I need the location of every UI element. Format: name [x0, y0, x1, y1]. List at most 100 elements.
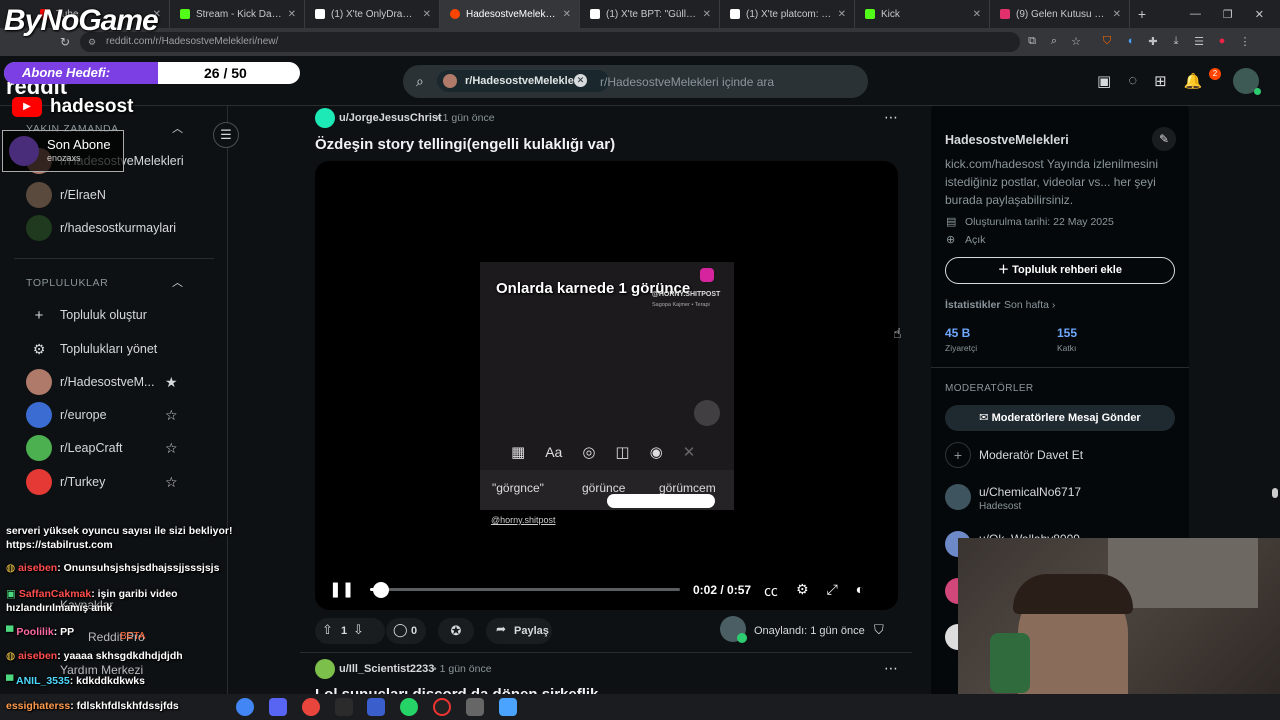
create-post-icon[interactable]: ⊞ — [1154, 72, 1167, 90]
windows-taskbar — [0, 694, 1280, 720]
profile-icon[interactable]: ● — [1215, 34, 1229, 48]
search-placeholder[interactable]: r/HadesostveMelekleri içinde ara — [600, 75, 774, 89]
post-title[interactable]: Özdeşin story tellingi(engelli kulaklığı… — [315, 136, 615, 153]
post-time: • 1 gün önce — [433, 663, 492, 675]
minimize-icon[interactable]: — — [1190, 8, 1201, 21]
sidebar-community-item[interactable]: r/europe — [26, 401, 107, 429]
zoom-icon[interactable]: ⌕ — [1047, 34, 1061, 48]
favorite-star-icon[interactable]: ☆ — [165, 440, 178, 457]
video-time: 0:02 / 0:57 — [693, 583, 752, 597]
url-field[interactable]: reddit.com/r/HadesostveMelekleri/new/ — [80, 32, 1020, 52]
notification-count-badge: 2 — [1209, 68, 1221, 80]
chat-message: ▣ SaffanCakmak: işin garibi video hızlan… — [6, 588, 178, 614]
award-icon[interactable]: ✪ — [438, 618, 474, 644]
app-taskbar-icon[interactable] — [367, 698, 385, 716]
sidebar-recent-item[interactable]: r/ElraeN — [26, 181, 106, 209]
author-avatar[interactable] — [315, 108, 335, 128]
upvote-icon[interactable]: ⇧ — [322, 622, 333, 638]
brave-shield-icon[interactable]: ⛉ — [1100, 34, 1114, 48]
tab-favicon — [450, 9, 460, 19]
settings-gear-icon[interactable]: ⚙ — [796, 581, 809, 601]
favorite-star-icon[interactable]: ☆ — [165, 407, 178, 424]
sidebar-divider — [14, 258, 214, 259]
post-author[interactable]: u/Ill_Scientist2233 — [339, 663, 434, 675]
tab-close-icon[interactable]: ✕ — [563, 9, 571, 20]
chrome-taskbar-icon[interactable] — [236, 698, 254, 716]
page-scrollbar-thumb[interactable] — [1272, 488, 1278, 498]
browser-tab[interactable]: Kick ✕ — [855, 0, 990, 28]
author-avatar[interactable] — [315, 659, 335, 679]
sidebar-item-label: r/Turkey — [60, 475, 106, 489]
browser-tab[interactable]: Stream - Kick Dashboard ✕ — [170, 0, 305, 28]
browser-tab[interactable]: (1) X'te OnlyDrama: " ✕ — [305, 0, 440, 28]
pause-icon[interactable]: ❚❚ — [329, 580, 354, 598]
close-window-icon[interactable]: ✕ — [1255, 8, 1264, 21]
tab-close-icon[interactable]: ✕ — [838, 9, 846, 20]
browser-taskbar-icon[interactable] — [302, 698, 320, 716]
mod-username[interactable]: u/ChemicalNo6717 — [979, 485, 1081, 499]
text-format-icon: Aa — [545, 444, 563, 460]
browser-tab[interactable]: (1) X'te platcom: "ALTYA2 ✕ — [720, 0, 855, 28]
video-progress-track[interactable] — [370, 588, 680, 591]
clear-chip-icon[interactable]: ✕ — [574, 74, 587, 87]
mod-avatar[interactable] — [945, 484, 971, 510]
favorite-star-filled-icon[interactable]: ★ — [165, 374, 178, 391]
tab-close-icon[interactable]: ✕ — [288, 9, 296, 20]
tab-close-icon[interactable]: ✕ — [973, 9, 981, 20]
collapse-chevron-icon[interactable]: ︿ — [172, 120, 183, 136]
fullscreen-icon[interactable]: ⤢ — [827, 581, 838, 601]
edit-pencil-icon[interactable]: ✎ — [1152, 127, 1176, 151]
community-icon — [26, 469, 52, 495]
more-options-icon[interactable]: ⋯ — [884, 660, 898, 677]
tab-close-icon[interactable]: ✕ — [423, 9, 431, 20]
sidebar-recent-item[interactable]: r/hadesostkurmaylari — [26, 214, 176, 242]
reading-list-icon[interactable]: ☰ — [1192, 34, 1206, 48]
sidebar-community-item[interactable]: r/HadesostveM... — [26, 368, 154, 396]
add-community-guide-button[interactable]: ＋ Topluluk rehberi ekle — [945, 257, 1175, 284]
browser-tab-active[interactable]: HadesostveMelekleri ✕ — [440, 0, 580, 28]
tab-title: (1) X'te platcom: "ALTYA2 — [746, 8, 832, 20]
share-label: Paylaş — [514, 625, 549, 637]
chat-icon[interactable]: ◌ — [1128, 72, 1137, 90]
notification-bell-icon[interactable]: 🔔 — [1184, 72, 1203, 90]
chat-username: ANIL_3535 — [15, 675, 70, 687]
install-app-icon[interactable]: ⧉ — [1025, 34, 1039, 48]
mod-shield-icon[interactable]: ⛉ — [874, 622, 884, 638]
app-taskbar-icon[interactable] — [466, 698, 484, 716]
video-scrubber-handle[interactable] — [373, 582, 389, 598]
collapse-chevron-icon[interactable]: ︿ — [172, 274, 183, 290]
stats-period-dropdown[interactable]: Son hafta › — [1004, 299, 1055, 311]
post-author[interactable]: u/JorgeJesusChrist — [339, 112, 442, 124]
bookmark-star-icon[interactable]: ☆ — [1069, 34, 1083, 48]
browser-menu-icon[interactable]: ⋮ — [1238, 34, 1252, 48]
volume-icon[interactable]: ◐ — [856, 581, 864, 601]
youtube-icon: ▶ — [12, 97, 42, 117]
browser-tab[interactable]: (9) Gelen Kutusu • Sohbe ✕ — [990, 0, 1130, 28]
create-community-item[interactable]: + Topluluk oluştur — [26, 301, 147, 329]
site-info-icon[interactable]: ⚙ — [88, 37, 96, 48]
invite-moderator[interactable]: Moderatör Davet Et — [979, 448, 1083, 462]
obs-taskbar-icon[interactable] — [433, 698, 451, 716]
whatsapp-taskbar-icon[interactable] — [400, 698, 418, 716]
tab-close-icon[interactable]: ✕ — [703, 9, 711, 20]
new-tab-button[interactable]: + — [1130, 6, 1154, 22]
translate-icon[interactable]: ◖ — [1123, 34, 1137, 48]
discord-taskbar-icon[interactable] — [269, 698, 287, 716]
sidebar-community-item[interactable]: r/LeapCraft — [26, 434, 123, 462]
extensions-icon[interactable]: ✚ — [1146, 34, 1160, 48]
sidebar-toggle-button[interactable]: ☰ — [213, 122, 239, 148]
restore-icon[interactable]: ❐ — [1223, 8, 1233, 21]
manage-communities-item[interactable]: ⚙ Toplulukları yönet — [26, 335, 158, 363]
download-icon[interactable]: ⤓ — [1169, 34, 1183, 48]
more-options-icon[interactable]: ⋯ — [884, 109, 898, 126]
browser-tab[interactable]: (1) X'te BPT: "Güllü'nün ö ✕ — [580, 0, 720, 28]
app-taskbar-icon[interactable] — [499, 698, 517, 716]
message-mods-button[interactable]: ✉ Moderatörlere Mesaj Gönder — [945, 405, 1175, 431]
captions-icon[interactable]: ㏄ — [764, 581, 778, 601]
sidebar-community-item[interactable]: r/Turkey — [26, 468, 105, 496]
advertise-icon[interactable]: ▣ — [1097, 72, 1111, 90]
app-taskbar-icon[interactable] — [335, 698, 353, 716]
downvote-icon[interactable]: ⇩ — [353, 622, 364, 638]
favorite-star-icon[interactable]: ☆ — [165, 474, 178, 491]
tab-close-icon[interactable]: ✕ — [1113, 9, 1121, 20]
